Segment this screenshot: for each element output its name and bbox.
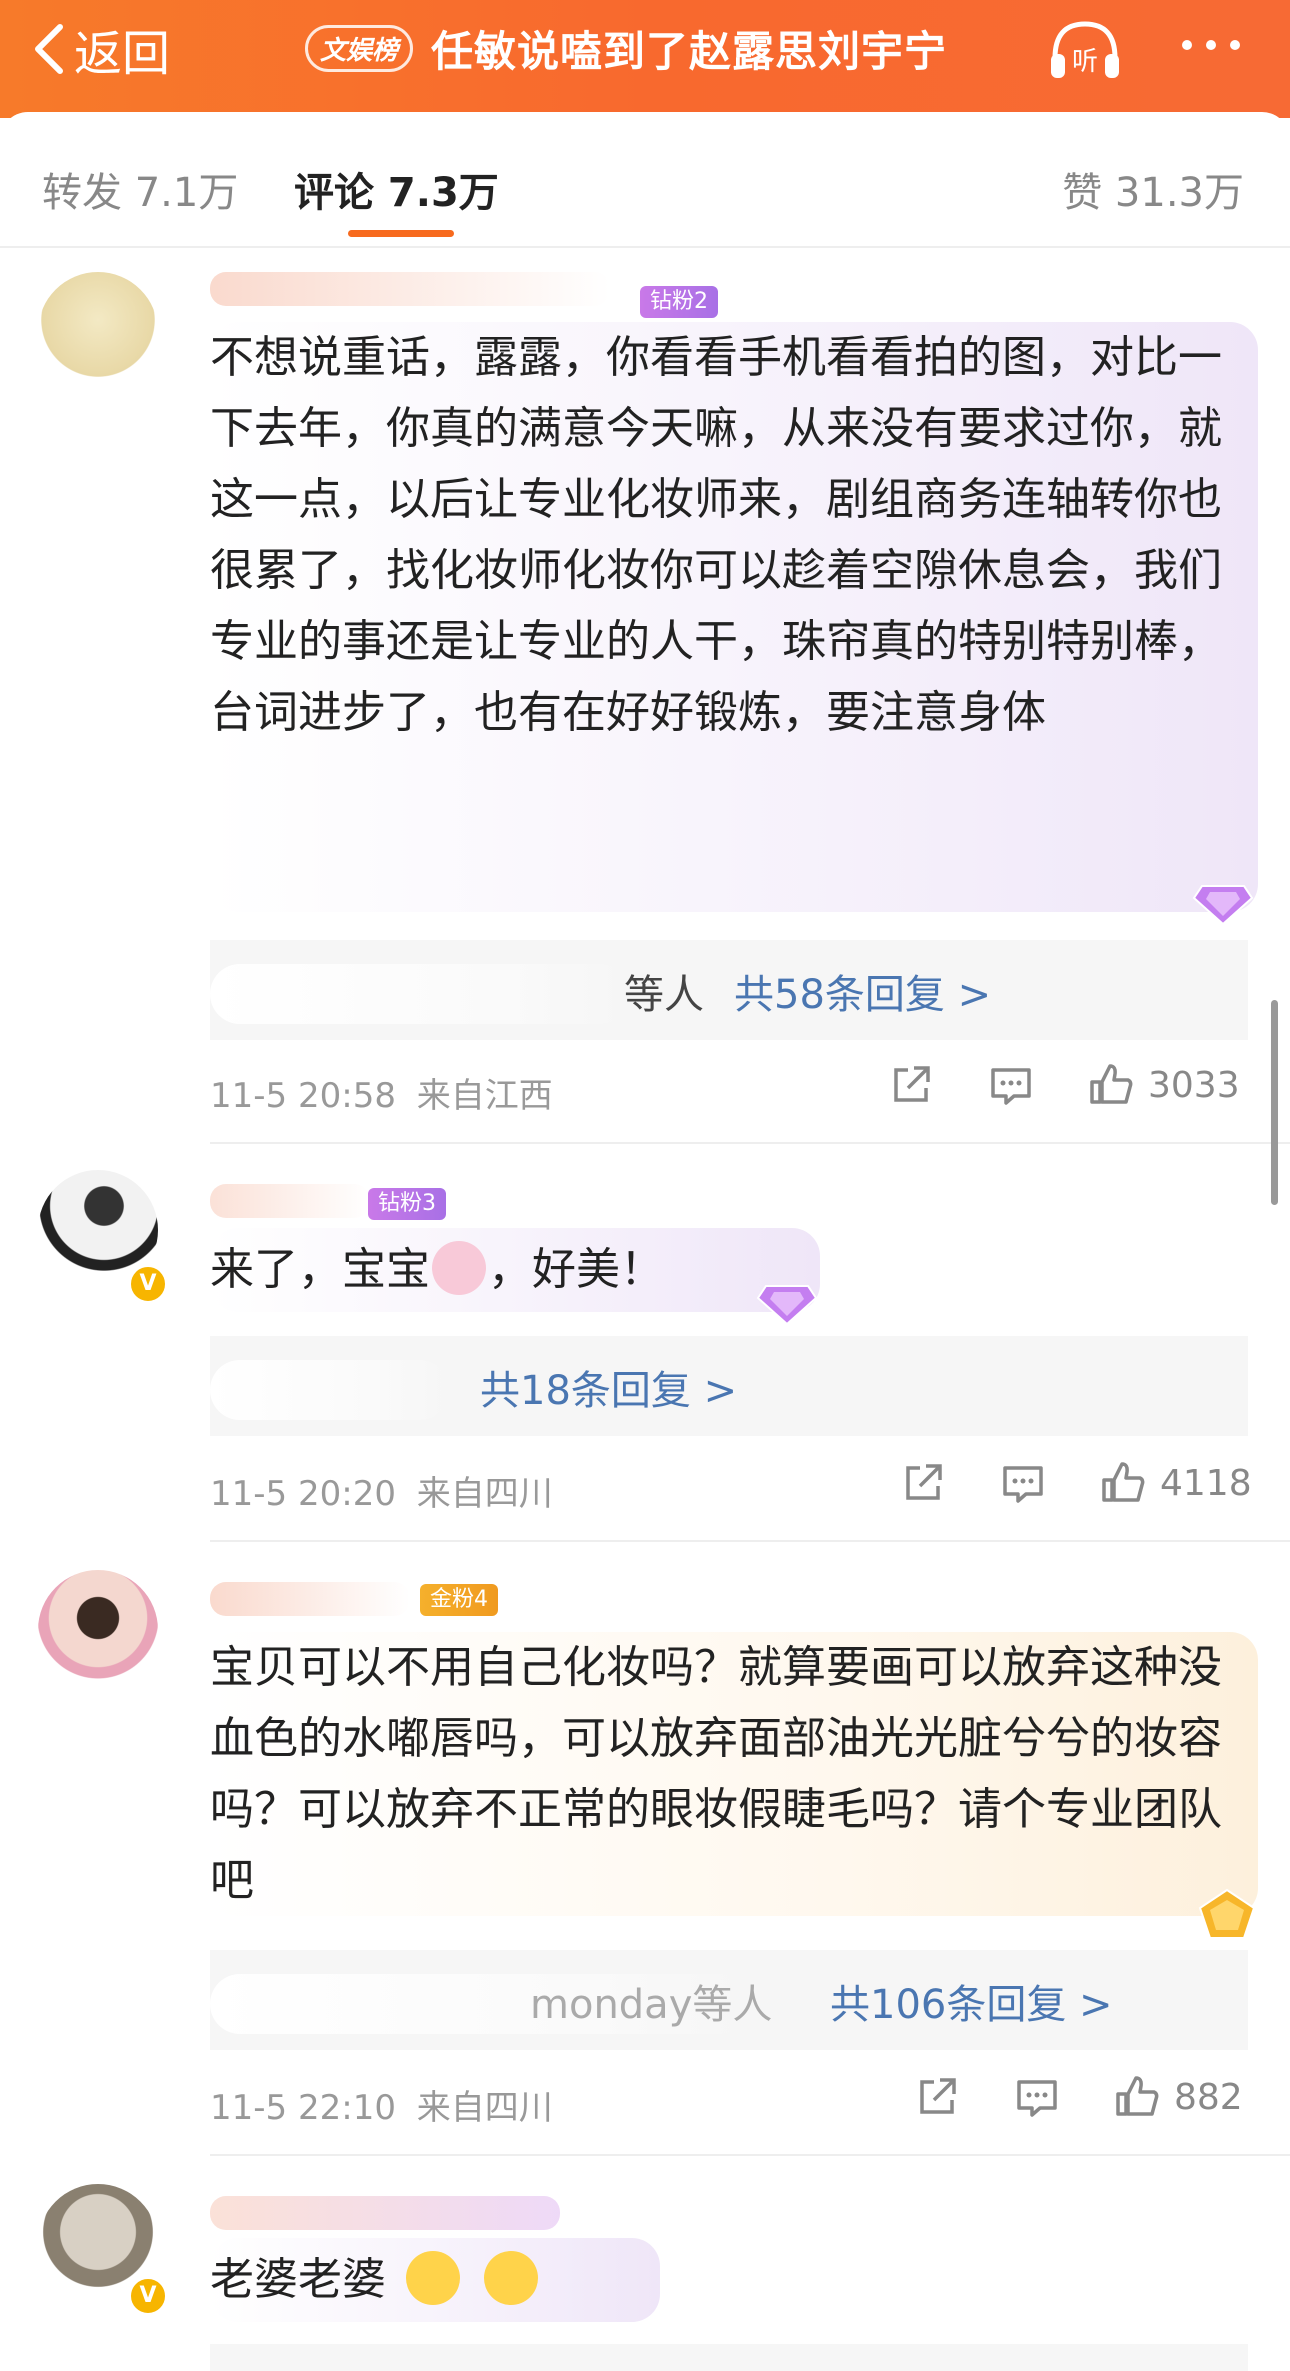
title-area: 文娱榜 任敏说嗑到了赵露思刘宇宁 <box>305 18 947 78</box>
verified-badge: V <box>128 1264 168 1304</box>
comment-icon[interactable] <box>988 1062 1034 1108</box>
reply-authors: 等人 <box>624 972 704 1018</box>
username[interactable] <box>210 1582 410 1616</box>
comment-time: 11-5 22:10 <box>210 2088 396 2128</box>
svg-text:听: 听 <box>1072 47 1098 77</box>
top-bar: 返回 文娱榜 任敏说嗑到了赵露思刘宇宁 听 <box>0 0 1290 118</box>
like-count: 3033 <box>1148 1064 1240 1106</box>
fan-badge: 钻粉2 <box>640 286 718 318</box>
like-count: 882 <box>1174 2076 1243 2118</box>
like-count: 4118 <box>1160 1462 1252 1504</box>
page-title: 任敏说嗑到了赵露思刘宇宁 <box>431 26 948 76</box>
tab-active-indicator <box>348 230 454 237</box>
reply-preview[interactable]: monday等人 共106条回复 > <box>210 1950 1248 2050</box>
verified-badge: V <box>128 2276 168 2316</box>
comment-meta: 11-5 22:10 来自四川 <box>210 2080 553 2129</box>
username[interactable] <box>210 2196 560 2230</box>
diamond-gem-icon <box>1192 885 1254 926</box>
smile-emoji <box>484 2251 538 2305</box>
comment-meta: 11-5 20:20 来自四川 <box>210 1466 553 1515</box>
headphones-icon: 听 <box>1051 21 1119 78</box>
thumbs-up-icon[interactable] <box>1100 1460 1146 1506</box>
tab-likes[interactable]: 赞 31.3万 <box>1062 160 1244 218</box>
tab-repost[interactable]: 转发 7.1万 <box>42 160 238 218</box>
reply-count-link[interactable]: 共58条回复 > <box>734 962 991 1020</box>
avatar[interactable] <box>38 1570 158 1690</box>
comment-location: 来自四川 <box>416 2088 553 2128</box>
comment-location: 来自江西 <box>416 1076 553 1116</box>
username[interactable] <box>210 1184 370 1218</box>
reply-count-link[interactable]: 共18条回复 > <box>480 1358 737 1416</box>
username[interactable] <box>210 272 610 306</box>
comment-actions: 4118 <box>900 1460 1252 1506</box>
comment-text: 老婆老婆 <box>210 2238 660 2322</box>
reply-count-link[interactable]: 共106条回复 > <box>830 1972 1113 2030</box>
comment-actions: 882 <box>914 2074 1243 2120</box>
comment-icon[interactable] <box>1014 2074 1060 2120</box>
reply-preview[interactable]: 等人 共58条回复 > <box>210 940 1248 1040</box>
bunny-emoji <box>432 1241 486 1295</box>
scrollbar[interactable] <box>1271 1000 1278 1205</box>
comment-text: 不想说重话，露露，你看看手机看看拍的图，对比一下去年，你真的满意今天嘛，从来没有… <box>210 322 1258 912</box>
fan-badge: 钻粉3 <box>368 1188 446 1220</box>
tab-comments[interactable]: 评论 7.3万 <box>294 160 499 218</box>
back-button[interactable]: 返回 <box>30 14 170 84</box>
comment-meta: 11-5 20:58 来自江西 <box>210 1068 553 1117</box>
diamond-gem-icon <box>756 1285 818 1326</box>
comment-time: 11-5 20:20 <box>210 1474 396 1514</box>
comment-time: 11-5 20:58 <box>210 1076 396 1116</box>
comment-icon[interactable] <box>1000 1460 1046 1506</box>
reply-preview[interactable]: 共18条回复 > <box>210 1336 1248 1436</box>
comment-text: 宝贝可以不用自己化妆吗？就算要画可以放弃这种没血色的水嘟唇吗，可以放弃面部油光光… <box>210 1632 1258 1916</box>
reply-authors: monday等人 <box>530 1982 773 2028</box>
more-button[interactable] <box>1182 40 1240 50</box>
comment-actions: 3033 <box>888 1062 1240 1108</box>
back-label: 返回 <box>74 26 171 82</box>
comment-text: 来了，宝宝 ，好美！ <box>210 1228 820 1312</box>
thumbs-up-icon[interactable] <box>1088 1062 1134 1108</box>
avatar[interactable] <box>38 272 158 392</box>
share-icon[interactable] <box>888 1062 934 1108</box>
share-icon[interactable] <box>914 2074 960 2120</box>
more-dots-icon <box>1182 40 1192 50</box>
hotlist-tag[interactable]: 文娱榜 <box>305 24 414 72</box>
comment-location: 来自四川 <box>416 1474 553 1514</box>
chevron-left-icon <box>35 24 63 74</box>
thumbs-up-icon[interactable] <box>1114 2074 1160 2120</box>
reply-preview[interactable] <box>210 2344 1248 2371</box>
fan-badge: 金粉4 <box>420 1584 498 1616</box>
gold-gem-icon <box>1198 1888 1256 1939</box>
share-icon[interactable] <box>900 1460 946 1506</box>
listen-button[interactable]: 听 <box>1045 14 1125 84</box>
smile-emoji <box>406 2251 460 2305</box>
